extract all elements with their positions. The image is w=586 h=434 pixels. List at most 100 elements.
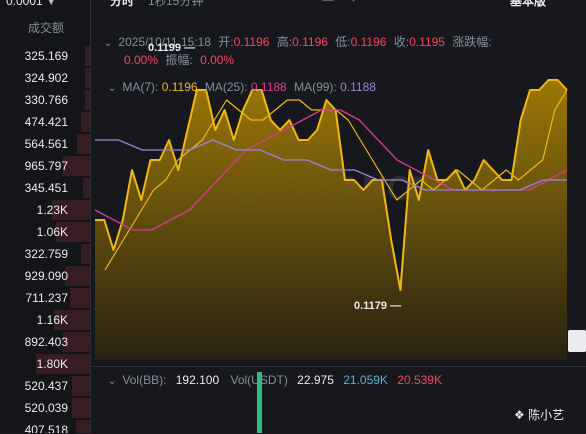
open-label: 开: xyxy=(218,35,234,49)
volume-depth-bar xyxy=(82,178,90,198)
ma25-label: MA(25): xyxy=(204,80,248,94)
volume-list-value: 929.090 xyxy=(24,269,68,283)
low-price-marker-text: 0.1179 xyxy=(354,300,388,312)
volume-list-value: 474.421 xyxy=(24,115,68,129)
volume-list-item: 474.421 xyxy=(0,111,90,133)
volume-list-item: 1.80K xyxy=(0,353,90,375)
volume-column-header: 成交额 xyxy=(28,21,65,35)
volume-list-item: 1.23K xyxy=(0,199,90,221)
volume-list-item: 564.561 xyxy=(0,133,90,155)
volume-list-item: 324.902 xyxy=(0,67,90,89)
vol-usdt-value: 22.975 xyxy=(297,373,334,387)
watermark-text: 陈小艺 xyxy=(528,408,565,422)
chart-side-handle[interactable] xyxy=(568,330,586,352)
high-label: 高: xyxy=(276,35,293,49)
volume-list-value: 325.169 xyxy=(24,49,68,63)
ma99-label: MA(99): xyxy=(294,80,337,94)
volume-list-item: 325.169 xyxy=(0,45,90,67)
volume-list-item: 1.06K xyxy=(0,221,90,243)
volume-list-value: 345.451 xyxy=(24,181,68,195)
price-precision-select[interactable]: 0.0001 ▼ xyxy=(6,0,56,8)
chevron-down-icon[interactable]: ⌄ xyxy=(108,83,116,94)
chart-toolbar: 分时 1秒 15分钟 基本版 xyxy=(96,0,586,10)
author-watermark: ❖ 陈小艺 xyxy=(514,406,564,423)
drawing-tool-icon[interactable] xyxy=(422,0,438,6)
volume-list-value: 711.237 xyxy=(25,291,69,305)
volume-depth-bar xyxy=(64,266,90,286)
volume-column: 0.0001 ▼ 成交额 325.169 324.902 330.766 474.421… xyxy=(0,0,91,433)
volume-list-value: 322.759 xyxy=(24,247,68,261)
volume-list-item: 407.518 xyxy=(0,419,90,433)
volume-depth-bar xyxy=(75,420,90,433)
low-label: 低: xyxy=(335,35,351,49)
price-precision-value: 0.0001 xyxy=(6,0,43,8)
volume-list-item: 929.090 xyxy=(0,265,90,287)
volume-list-value: 1.16K xyxy=(36,313,68,327)
chevron-down-icon: ▼ xyxy=(46,0,56,7)
volume-bar xyxy=(257,372,262,433)
volume-depth-bar xyxy=(84,46,90,66)
low-value: 0.1196 xyxy=(350,35,387,49)
volume-depth-bar xyxy=(72,398,90,418)
volume-depth-bar xyxy=(81,112,90,132)
vol-ma2-value: 20.539K xyxy=(397,373,442,387)
chevron-down-icon[interactable]: ⌄ xyxy=(104,38,112,49)
volume-list-value: 965.797 xyxy=(24,159,68,173)
volume-legend: ⌄Vol(BB): 192.100 Vol(USDT) 22.975 21.05… xyxy=(108,373,442,387)
settings-icon[interactable] xyxy=(386,0,402,6)
volume-list-item: 345.451 xyxy=(0,177,90,199)
volume-list-value: 330.766 xyxy=(24,93,68,107)
vol-bb-label: Vol(BB): xyxy=(122,373,167,387)
volume-depth-bar xyxy=(84,90,90,110)
vol-ma1-value: 21.059K xyxy=(343,373,388,387)
volume-list-value: 1.23K xyxy=(36,203,68,217)
volume-depth-bar xyxy=(70,288,90,308)
volume-depth-bar xyxy=(81,244,90,264)
amplitude-label: 振幅: xyxy=(165,53,193,67)
amplitude-value: 0.00% xyxy=(200,53,235,67)
ma-legend: ⌄ MA(7): 0.1196 MA(25): 0.1188 MA(99): 0.… xyxy=(108,80,376,94)
volume-list-item: 1.16K xyxy=(0,309,90,331)
change-value: 0.00% xyxy=(124,53,159,67)
volume-list-item: 520.437 xyxy=(0,375,90,397)
candle-settings-icon[interactable] xyxy=(320,0,336,6)
vol-bb-value: 192.100 xyxy=(175,373,220,387)
open-value: 0.1196 xyxy=(233,35,270,49)
tab-1s[interactable]: 1秒 xyxy=(148,0,167,9)
volume-depth-bar xyxy=(72,376,90,396)
watermark-icon: ❖ xyxy=(514,408,525,422)
volume-list-item: 322.759 xyxy=(0,243,90,265)
close-value: 0.1195 xyxy=(409,35,445,49)
tab-15m[interactable]: 15分钟 xyxy=(166,0,203,9)
volume-list-value: 1.06K xyxy=(36,225,68,239)
volume-list-value: 324.902 xyxy=(24,71,68,85)
ma7-value: 0.1196 xyxy=(161,80,198,94)
ma7-label: MA(7): xyxy=(122,80,159,94)
volume-list-item: 711.237 xyxy=(0,287,90,309)
volume-list-item: 330.766 xyxy=(0,89,90,111)
volume-list-item: 520.039 xyxy=(0,397,90,419)
tab-time-sharing[interactable]: 分时 xyxy=(110,0,134,9)
change-label: 涨跌幅: xyxy=(452,35,492,49)
chevron-down-icon[interactable]: ⌄ xyxy=(108,376,116,387)
price-area-fill xyxy=(95,80,567,360)
ma99-value: 0.1188 xyxy=(340,80,376,94)
ma25-value: 0.1188 xyxy=(250,80,287,94)
high-value: 0.1196 xyxy=(292,35,328,49)
volume-list-value: 564.561 xyxy=(24,137,68,151)
volume-list-value: 520.437 xyxy=(24,379,68,393)
indicator-icon[interactable] xyxy=(352,0,368,6)
close-label: 收: xyxy=(393,35,410,49)
volume-list-value: 892.403 xyxy=(24,335,68,349)
tab-basic-version[interactable]: 基本版 xyxy=(510,0,546,9)
volume-list-value: 520.039 xyxy=(24,401,68,415)
volume-depth-bar xyxy=(84,68,90,88)
high-price-marker: 0.1199 — xyxy=(148,42,196,54)
volume-list-value: 407.518 xyxy=(24,423,68,433)
volume-list-item: 965.797 xyxy=(0,155,90,177)
chart-more-icon[interactable] xyxy=(566,0,582,6)
volume-depth-bar xyxy=(77,134,90,154)
volume-list-value: 1.80K xyxy=(36,357,68,371)
low-price-marker: 0.1179 — xyxy=(354,300,402,312)
volume-list-item: 892.403 xyxy=(0,331,90,353)
